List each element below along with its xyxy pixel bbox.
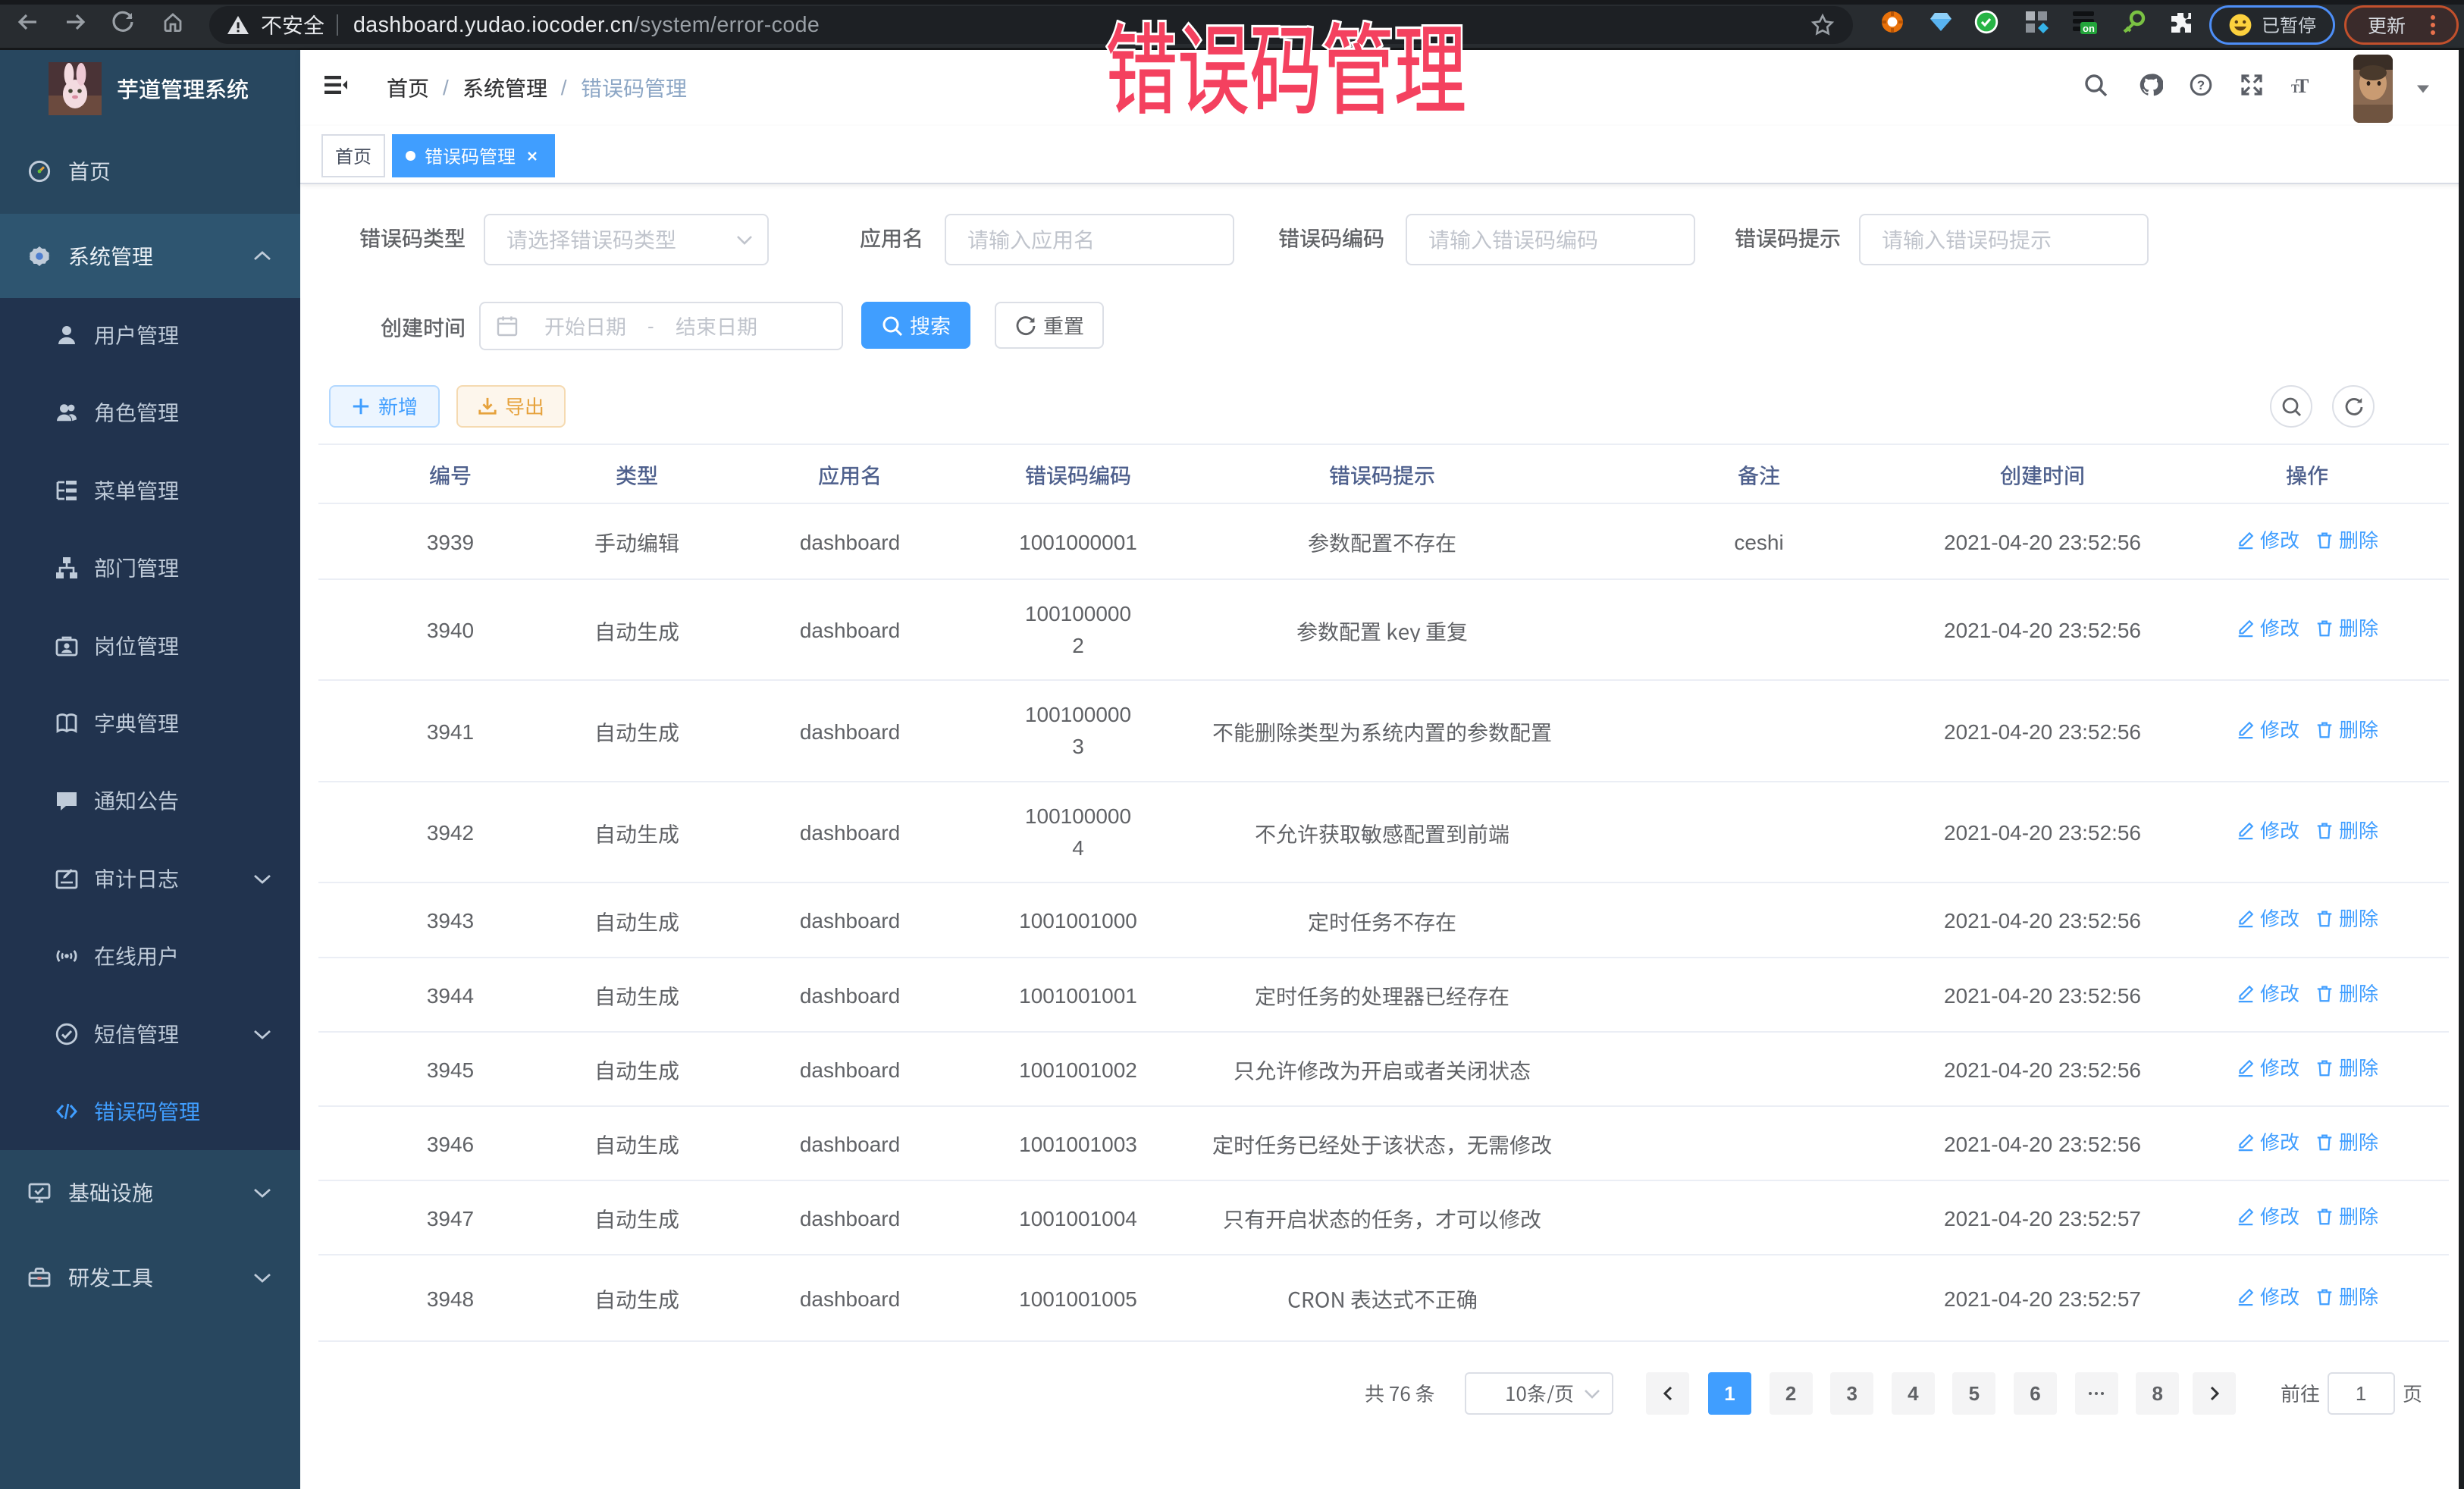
svg-text:on: on (2083, 23, 2095, 34)
svg-text:?: ? (2197, 78, 2205, 92)
svg-text:T: T (2291, 83, 2299, 96)
